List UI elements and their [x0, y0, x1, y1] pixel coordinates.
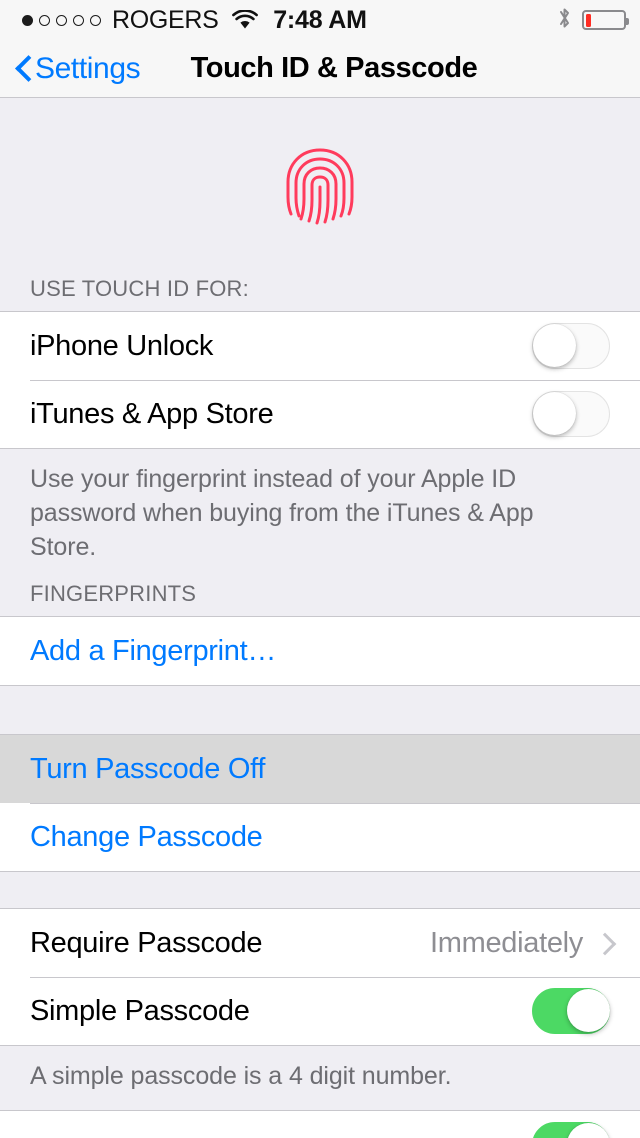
battery-icon	[582, 10, 629, 30]
toggle-partial-bottom[interactable]	[532, 1122, 610, 1138]
section-header-use-touch-id: USE TOUCH ID FOR:	[30, 276, 249, 301]
row-label-add-fingerprint: Add a Fingerprint…	[30, 634, 277, 667]
fingerprint-icon	[286, 148, 354, 225]
row-iphone-unlock[interactable]: iPhone Unlock	[0, 312, 640, 380]
row-label-iphone-unlock: iPhone Unlock	[30, 329, 214, 362]
chevron-right-icon	[597, 932, 610, 954]
group-fingerprints: Add a Fingerprint…	[0, 616, 640, 686]
row-partial-bottom[interactable]	[0, 1111, 640, 1138]
group-passcode-options: Require Passcode Immediately Simple Pass…	[0, 908, 640, 1046]
toggle-knob	[532, 324, 576, 367]
toggle-knob	[532, 392, 576, 435]
toggle-knob	[566, 1123, 610, 1138]
row-value-require-passcode: Immediately	[429, 926, 583, 959]
row-label-simple-passcode: Simple Passcode	[30, 994, 250, 1027]
row-label-change-passcode: Change Passcode	[30, 820, 263, 853]
row-turn-passcode-off[interactable]: Turn Passcode Off	[0, 735, 640, 803]
footer-use-touch-id: Use your fingerprint instead of your App…	[30, 465, 534, 561]
row-itunes-app-store[interactable]: iTunes & App Store	[0, 380, 640, 448]
row-change-passcode[interactable]: Change Passcode	[0, 803, 640, 871]
status-bar-center: 7:48 AM	[0, 0, 640, 40]
row-label-turn-passcode-off: Turn Passcode Off	[30, 752, 266, 785]
iphone-screen: ROGERS 7:48 AM Settings Touch ID & Passc…	[0, 0, 640, 1138]
row-require-passcode[interactable]: Require Passcode Immediately	[0, 909, 640, 977]
group-partial-bottom	[0, 1110, 640, 1138]
footer-simple-passcode: A simple passcode is a 4 digit number.	[30, 1062, 452, 1090]
row-label-require-passcode: Require Passcode	[30, 926, 263, 959]
section-header-fingerprints: FINGERPRINTS	[30, 581, 197, 606]
navigation-bar: Settings Touch ID & Passcode	[0, 40, 640, 98]
row-label-itunes-app-store: iTunes & App Store	[30, 397, 274, 430]
status-bar-right	[557, 0, 629, 40]
group-use-touch-id: iPhone Unlock iTunes & App Store	[0, 311, 640, 449]
toggle-simple-passcode[interactable]	[532, 988, 610, 1034]
status-bar: ROGERS 7:48 AM	[0, 0, 640, 40]
toggle-knob	[566, 989, 610, 1032]
fingerprint-hero	[0, 98, 640, 276]
row-add-fingerprint[interactable]: Add a Fingerprint…	[0, 617, 640, 685]
settings-list[interactable]: USE TOUCH ID FOR: iPhone Unlock iTunes &…	[0, 98, 640, 1138]
toggle-itunes-app-store[interactable]	[532, 391, 610, 437]
row-simple-passcode[interactable]: Simple Passcode	[0, 977, 640, 1045]
page-title: Touch ID & Passcode	[190, 52, 478, 84]
group-passcode-actions: Turn Passcode Off Change Passcode	[0, 734, 640, 872]
bluetooth-icon	[557, 6, 572, 35]
clock-label: 7:48 AM	[273, 5, 367, 34]
toggle-iphone-unlock[interactable]	[532, 323, 610, 369]
